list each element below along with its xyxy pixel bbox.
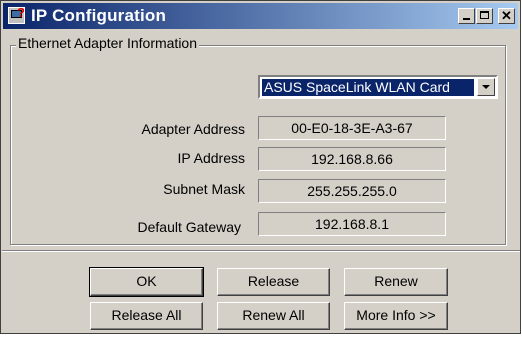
adapter-select-value: ASUS SpaceLink WLAN Card <box>262 79 474 96</box>
title-bar[interactable]: ? IP Configuration ✕ <box>3 3 518 29</box>
subnet-mask-label: Subnet Mask <box>163 181 245 197</box>
default-gateway-label: Default Gateway <box>137 219 242 235</box>
release-all-button[interactable]: Release All <box>90 302 203 330</box>
release-button[interactable]: Release <box>217 268 330 296</box>
ip-address-field: 192.168.8.66 <box>258 147 446 171</box>
ok-button[interactable]: OK <box>89 267 204 297</box>
default-gateway-field: 192.168.8.1 <box>258 212 446 236</box>
maximize-icon <box>480 11 489 19</box>
more-info-button[interactable]: More Info >> <box>344 302 448 330</box>
renew-all-button[interactable]: Renew All <box>217 302 330 330</box>
maximize-button[interactable] <box>476 8 493 24</box>
ip-config-question-icon[interactable]: ? <box>8 6 25 24</box>
adapter-address-label: Adapter Address <box>141 121 245 137</box>
close-button[interactable]: ✕ <box>498 8 515 24</box>
adapter-select[interactable]: ASUS SpaceLink WLAN Card <box>258 75 498 99</box>
window-title: IP Configuration <box>31 6 167 25</box>
ip-address-label: IP Address <box>177 150 245 166</box>
group-legend: Ethernet Adapter Information <box>16 35 199 51</box>
close-icon: ✕ <box>501 8 512 23</box>
chevron-down-icon <box>482 85 490 89</box>
separator <box>2 250 520 252</box>
renew-button[interactable]: Renew <box>344 268 448 296</box>
minimize-icon <box>463 18 470 20</box>
adapter-select-dropdown-button[interactable] <box>477 78 495 96</box>
minimize-button[interactable] <box>458 8 475 24</box>
subnet-mask-field: 255.255.255.0 <box>258 179 446 203</box>
adapter-address-field: 00-E0-18-3E-A3-67 <box>258 116 446 140</box>
